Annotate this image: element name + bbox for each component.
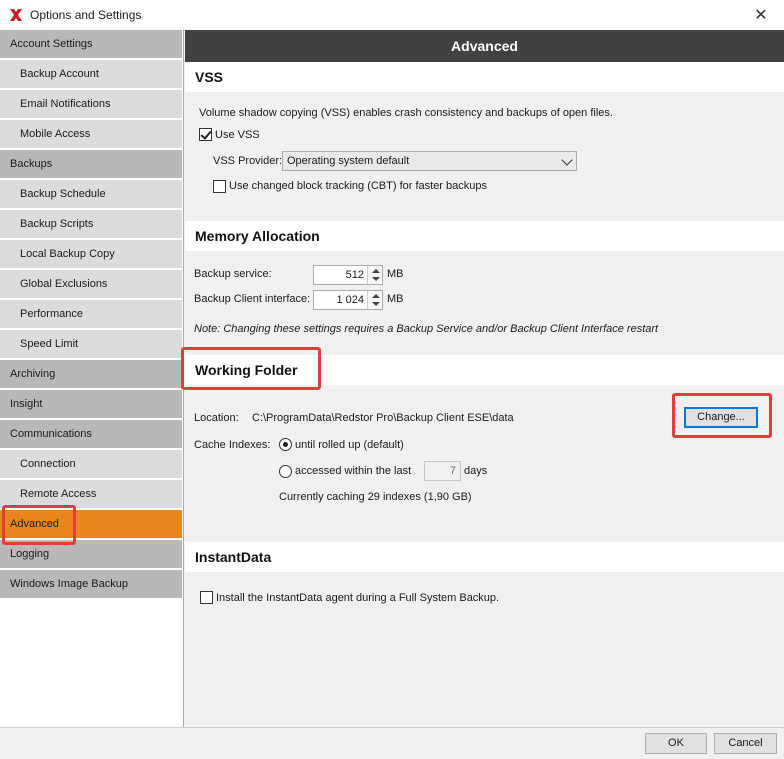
- ok-button[interactable]: OK: [645, 733, 707, 754]
- title-bar: Options and Settings ✕: [0, 0, 784, 30]
- restart-note: Note: Changing these settings requires a…: [194, 323, 659, 335]
- close-button[interactable]: ✕: [738, 0, 784, 30]
- days-unit: days: [464, 465, 488, 477]
- section-title-memory-allocation: Memory Allocation: [185, 221, 784, 251]
- backup-service-value: 512: [345, 269, 364, 281]
- cache-until-rolled-up-radio[interactable]: [279, 438, 292, 451]
- cache-accessed-within-radio[interactable]: [279, 465, 292, 478]
- client-interface-unit: MB: [387, 293, 404, 305]
- redstor-logo-icon: [8, 7, 24, 23]
- arrow-up-icon[interactable]: [372, 294, 380, 298]
- client-interface-value: 1 024: [336, 294, 364, 306]
- sidebar-item-archiving[interactable]: Archiving: [0, 360, 182, 388]
- location-path: C:\ProgramData\Redstor Pro\Backup Client…: [252, 412, 514, 424]
- sidebar-item-local-backup-copy[interactable]: Local Backup Copy: [0, 240, 182, 268]
- stepper-arrows[interactable]: [367, 266, 382, 284]
- sidebar-nav: Account Settings Backup Account Email No…: [0, 30, 184, 727]
- sidebar-item-mobile-access[interactable]: Mobile Access: [0, 120, 182, 148]
- vss-description: Volume shadow copying (VSS) enables cras…: [199, 107, 613, 119]
- sidebar-item-global-exclusions[interactable]: Global Exclusions: [0, 270, 182, 298]
- dialog-footer: OK Cancel: [0, 727, 784, 759]
- stepper-arrows[interactable]: [367, 291, 382, 309]
- vss-provider-value: Operating system default: [287, 155, 410, 167]
- backup-service-stepper[interactable]: 512: [313, 265, 383, 285]
- section-title-working-folder: Working Folder: [185, 355, 784, 385]
- window-title: Options and Settings: [30, 8, 142, 22]
- arrow-down-icon[interactable]: [372, 302, 380, 306]
- cache-accessed-within-label: accessed within the last: [295, 465, 412, 477]
- backup-service-unit: MB: [387, 268, 404, 280]
- sidebar-item-backup-scripts[interactable]: Backup Scripts: [0, 210, 182, 238]
- sidebar-item-email-notifications[interactable]: Email Notifications: [0, 90, 182, 118]
- days-input[interactable]: 7: [424, 461, 461, 481]
- section-title-vss: VSS: [185, 62, 784, 92]
- backup-service-label: Backup service:: [194, 268, 272, 280]
- chevron-down-icon: [561, 154, 573, 166]
- caching-info: Currently caching 29 indexes (1,90 GB): [279, 491, 472, 503]
- cancel-button[interactable]: Cancel: [714, 733, 777, 754]
- sidebar-item-windows-image-backup[interactable]: Windows Image Backup: [0, 570, 182, 598]
- sidebar-item-backups[interactable]: Backups: [0, 150, 182, 178]
- arrow-down-icon[interactable]: [372, 277, 380, 281]
- location-label: Location:: [194, 412, 239, 424]
- sidebar-item-connection[interactable]: Connection: [0, 450, 182, 478]
- change-location-button[interactable]: Change...: [684, 407, 758, 428]
- cache-until-rolled-up-label: until rolled up (default): [295, 439, 404, 451]
- client-interface-stepper[interactable]: 1 024: [313, 290, 383, 310]
- settings-content: Advanced VSS Volume shadow copying (VSS)…: [185, 30, 784, 727]
- vss-provider-label: VSS Provider:: [213, 155, 283, 167]
- cbt-checkbox[interactable]: [213, 180, 226, 193]
- cache-indexes-label: Cache Indexes:: [194, 439, 271, 451]
- client-interface-label: Backup Client interface:: [194, 293, 311, 305]
- sidebar-item-remote-access[interactable]: Remote Access: [0, 480, 182, 508]
- sidebar-item-backup-schedule[interactable]: Backup Schedule: [0, 180, 182, 208]
- section-title-instantdata: InstantData: [185, 542, 784, 572]
- vss-provider-select[interactable]: Operating system default: [282, 151, 577, 171]
- sidebar-item-backup-account[interactable]: Backup Account: [0, 60, 182, 88]
- page-title: Advanced: [185, 30, 784, 62]
- use-vss-checkbox[interactable]: [199, 128, 212, 141]
- instantdata-install-label: Install the InstantData agent during a F…: [216, 592, 500, 604]
- sidebar-item-performance[interactable]: Performance: [0, 300, 182, 328]
- use-vss-label: Use VSS: [215, 129, 260, 141]
- sidebar-item-advanced[interactable]: Advanced: [0, 510, 182, 538]
- instantdata-install-checkbox[interactable]: [200, 591, 213, 604]
- cbt-label: Use changed block tracking (CBT) for fas…: [229, 180, 488, 192]
- sidebar-item-insight[interactable]: Insight: [0, 390, 182, 418]
- sidebar-item-communications[interactable]: Communications: [0, 420, 182, 448]
- sidebar-item-logging[interactable]: Logging: [0, 540, 182, 568]
- sidebar-item-speed-limit[interactable]: Speed Limit: [0, 330, 182, 358]
- sidebar-item-account-settings[interactable]: Account Settings: [0, 30, 182, 58]
- arrow-up-icon[interactable]: [372, 269, 380, 273]
